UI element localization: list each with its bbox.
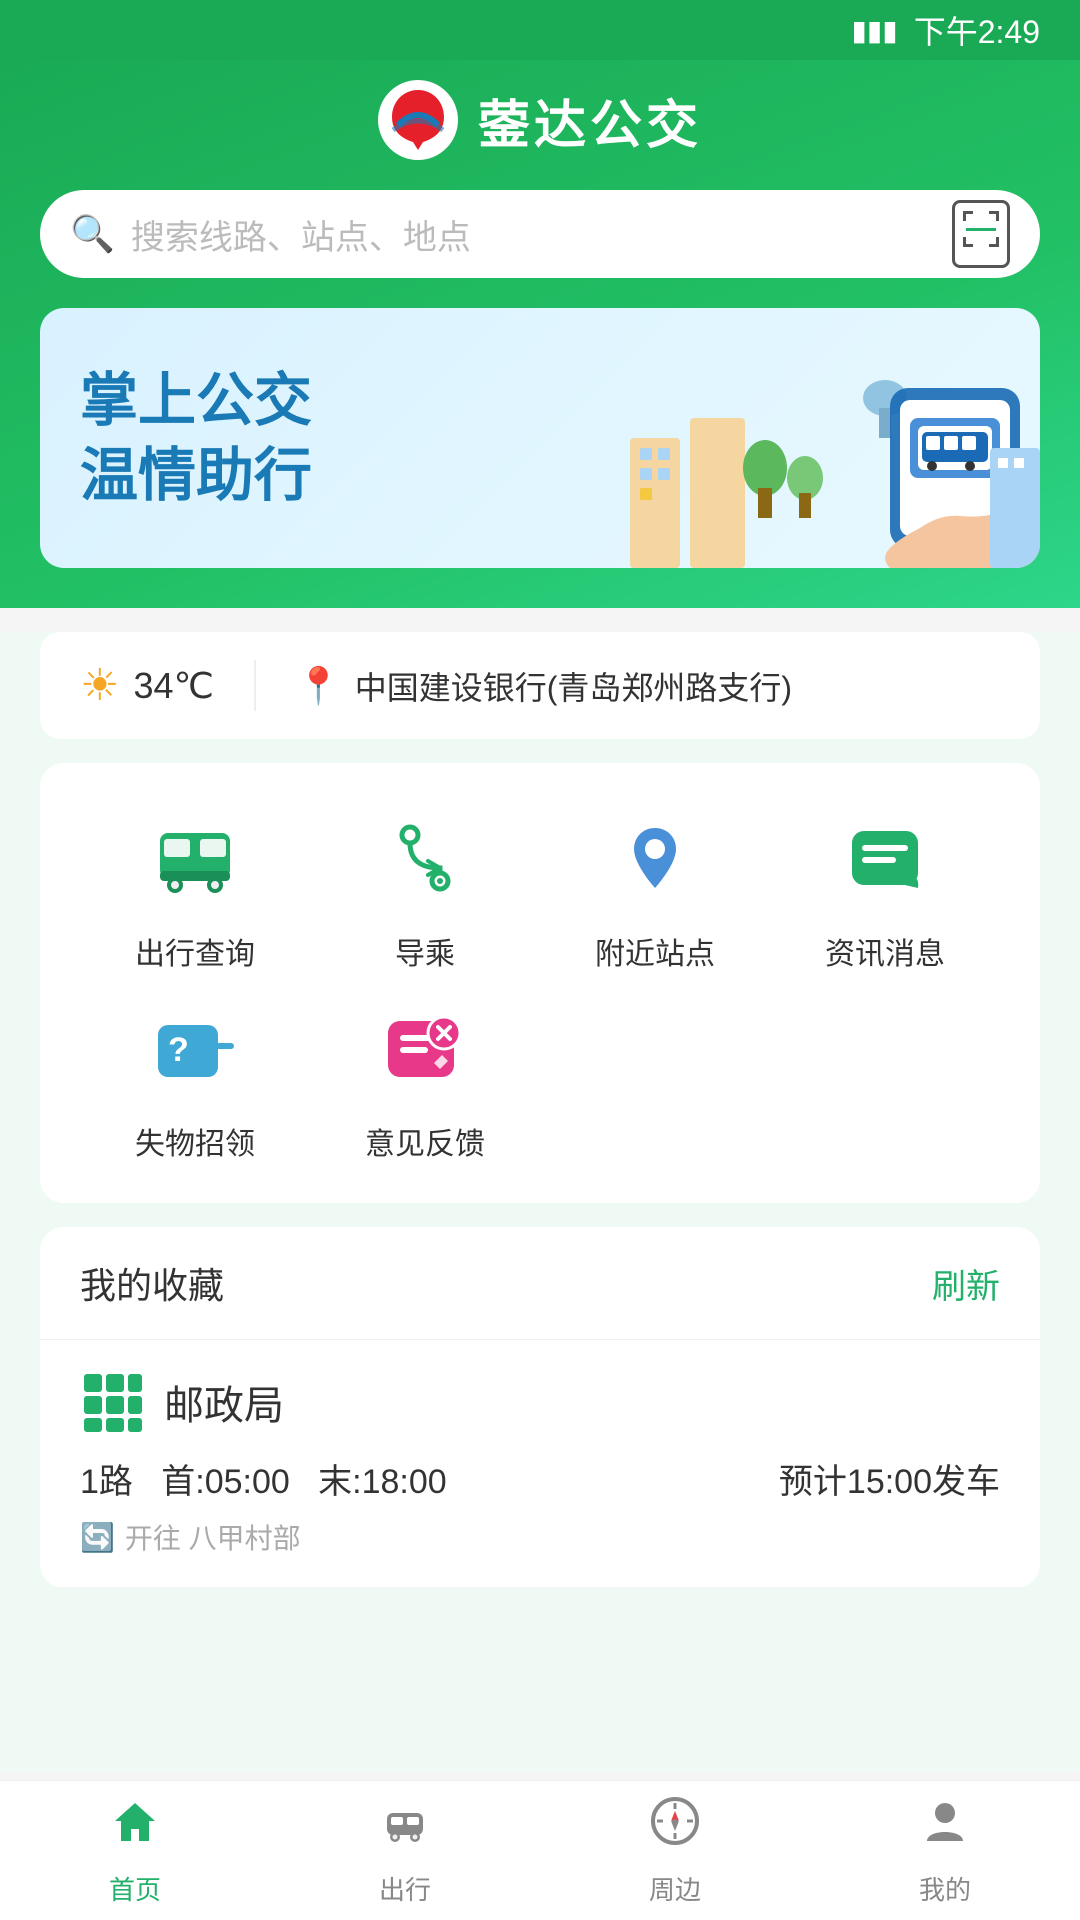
news-icon bbox=[830, 803, 940, 913]
nav-item-travel[interactable]: 出行 bbox=[270, 1781, 540, 1920]
lost-found-icon: ? bbox=[140, 993, 250, 1103]
favorite-station-row: 邮政局 bbox=[80, 1370, 1000, 1434]
service-label-news: 资讯消息 bbox=[825, 929, 945, 973]
service-label-travel-query: 出行查询 bbox=[135, 929, 255, 973]
search-placeholder-text: 搜索线路、站点、地点 bbox=[131, 210, 952, 259]
status-bar: ▮▮▮ 下午2:49 bbox=[0, 0, 1080, 60]
station-name: 邮政局 bbox=[164, 1373, 284, 1431]
banner-line2: 温情助行 bbox=[80, 438, 312, 513]
location-name: 中国建设银行(青岛郑州路支行) bbox=[355, 663, 792, 709]
search-icon: 🔍 bbox=[70, 213, 115, 255]
banner: 掌上公交 温情助行 bbox=[40, 308, 1040, 568]
nav-item-nearby[interactable]: 周边 bbox=[540, 1781, 810, 1920]
next-depart-time: 预计15:00发车 bbox=[779, 1454, 1000, 1503]
favorites-card: 我的收藏 刷新 邮政局 bbox=[40, 1227, 1040, 1588]
last-time: 末:18:00 bbox=[318, 1463, 447, 1501]
bus-schedule-info: 1路 首:05:00 末:18:00 bbox=[80, 1454, 447, 1503]
service-item-guide[interactable]: 导乘 bbox=[310, 803, 540, 973]
main-content: ☀ 34℃ 📍 中国建设银行(青岛郑州路支行) bbox=[0, 632, 1080, 1772]
favorite-item[interactable]: 邮政局 1路 首:05:00 末:18:00 预计15:00发车 🔄 开往 八甲… bbox=[40, 1340, 1040, 1588]
service-item-news[interactable]: 资讯消息 bbox=[770, 803, 1000, 973]
search-bar[interactable]: 🔍 搜索线路、站点、地点 bbox=[40, 190, 1040, 278]
favorites-header: 我的收藏 刷新 bbox=[40, 1227, 1040, 1340]
location-info: 📍 中国建设银行(青岛郑州路支行) bbox=[256, 663, 792, 709]
nav-item-home[interactable]: 首页 bbox=[0, 1781, 270, 1920]
nav-label-nearby: 周边 bbox=[649, 1870, 701, 1907]
service-item-feedback[interactable]: 意见反馈 bbox=[310, 993, 540, 1163]
nav-label-home: 首页 bbox=[109, 1870, 161, 1907]
bus-number: 1路 bbox=[80, 1463, 133, 1501]
nav-item-mine[interactable]: 我的 bbox=[810, 1781, 1080, 1920]
service-grid: 出行查询 导乘 bbox=[80, 803, 1000, 1163]
refresh-button[interactable]: 刷新 bbox=[932, 1259, 1000, 1308]
header-title-row: 蓥达公交 bbox=[40, 80, 1040, 160]
nearby-icon bbox=[600, 803, 710, 913]
banner-line1: 掌上公交 bbox=[80, 363, 312, 438]
first-time: 首:05:00 bbox=[161, 1463, 290, 1501]
banner-text: 掌上公交 温情助行 bbox=[80, 363, 312, 514]
scan-icon[interactable] bbox=[952, 200, 1010, 268]
bus-icon bbox=[140, 803, 250, 913]
direction-text: 开往 八甲村部 bbox=[125, 1517, 301, 1557]
profile-icon bbox=[919, 1795, 971, 1860]
service-item-nearby[interactable]: 附近站点 bbox=[540, 803, 770, 973]
bottom-nav: 首页 出行 bbox=[0, 1780, 1080, 1920]
nav-label-travel: 出行 bbox=[379, 1870, 431, 1907]
home-icon bbox=[109, 1795, 161, 1860]
bottom-spacer bbox=[40, 1612, 1040, 1772]
service-label-feedback: 意见反馈 bbox=[365, 1119, 485, 1163]
favorite-bus-row: 1路 首:05:00 末:18:00 预计15:00发车 bbox=[80, 1454, 1000, 1503]
feedback-icon bbox=[370, 993, 480, 1103]
weather-strip: ☀ 34℃ 📍 中国建设银行(青岛郑州路支行) bbox=[40, 632, 1040, 739]
service-label-lost-found: 失物招领 bbox=[135, 1119, 255, 1163]
battery-icon: ▮▮▮ bbox=[851, 14, 897, 47]
route-icon bbox=[370, 803, 480, 913]
favorite-direction-row: 🔄 开往 八甲村部 bbox=[80, 1517, 1000, 1557]
banner-illustration bbox=[620, 348, 1040, 568]
sun-icon: ☀ bbox=[80, 660, 119, 711]
service-item-travel-query[interactable]: 出行查询 bbox=[80, 803, 310, 973]
nav-label-mine: 我的 bbox=[919, 1870, 971, 1907]
service-label-nearby: 附近站点 bbox=[595, 929, 715, 973]
app-logo bbox=[378, 80, 458, 160]
service-item-lost-found[interactable]: ? 失物招领 bbox=[80, 993, 310, 1163]
travel-icon bbox=[379, 1795, 431, 1860]
station-grid-icon bbox=[80, 1370, 144, 1434]
header: 蓥达公交 🔍 搜索线路、站点、地点 掌上公交 温情助行 bbox=[0, 60, 1080, 608]
temperature: 34℃ bbox=[133, 665, 213, 707]
favorites-title: 我的收藏 bbox=[80, 1257, 224, 1309]
service-grid-card: 出行查询 导乘 bbox=[40, 763, 1040, 1203]
svg-text:?: ? bbox=[168, 1031, 189, 1069]
location-pin-icon: 📍 bbox=[296, 665, 341, 707]
status-time: 下午2:49 bbox=[914, 7, 1040, 53]
service-label-guide: 导乘 bbox=[395, 929, 455, 973]
compass-icon bbox=[649, 1795, 701, 1860]
weather-info: ☀ 34℃ bbox=[80, 660, 256, 711]
direction-icon: 🔄 bbox=[80, 1521, 115, 1554]
app-title: 蓥达公交 bbox=[478, 83, 702, 158]
